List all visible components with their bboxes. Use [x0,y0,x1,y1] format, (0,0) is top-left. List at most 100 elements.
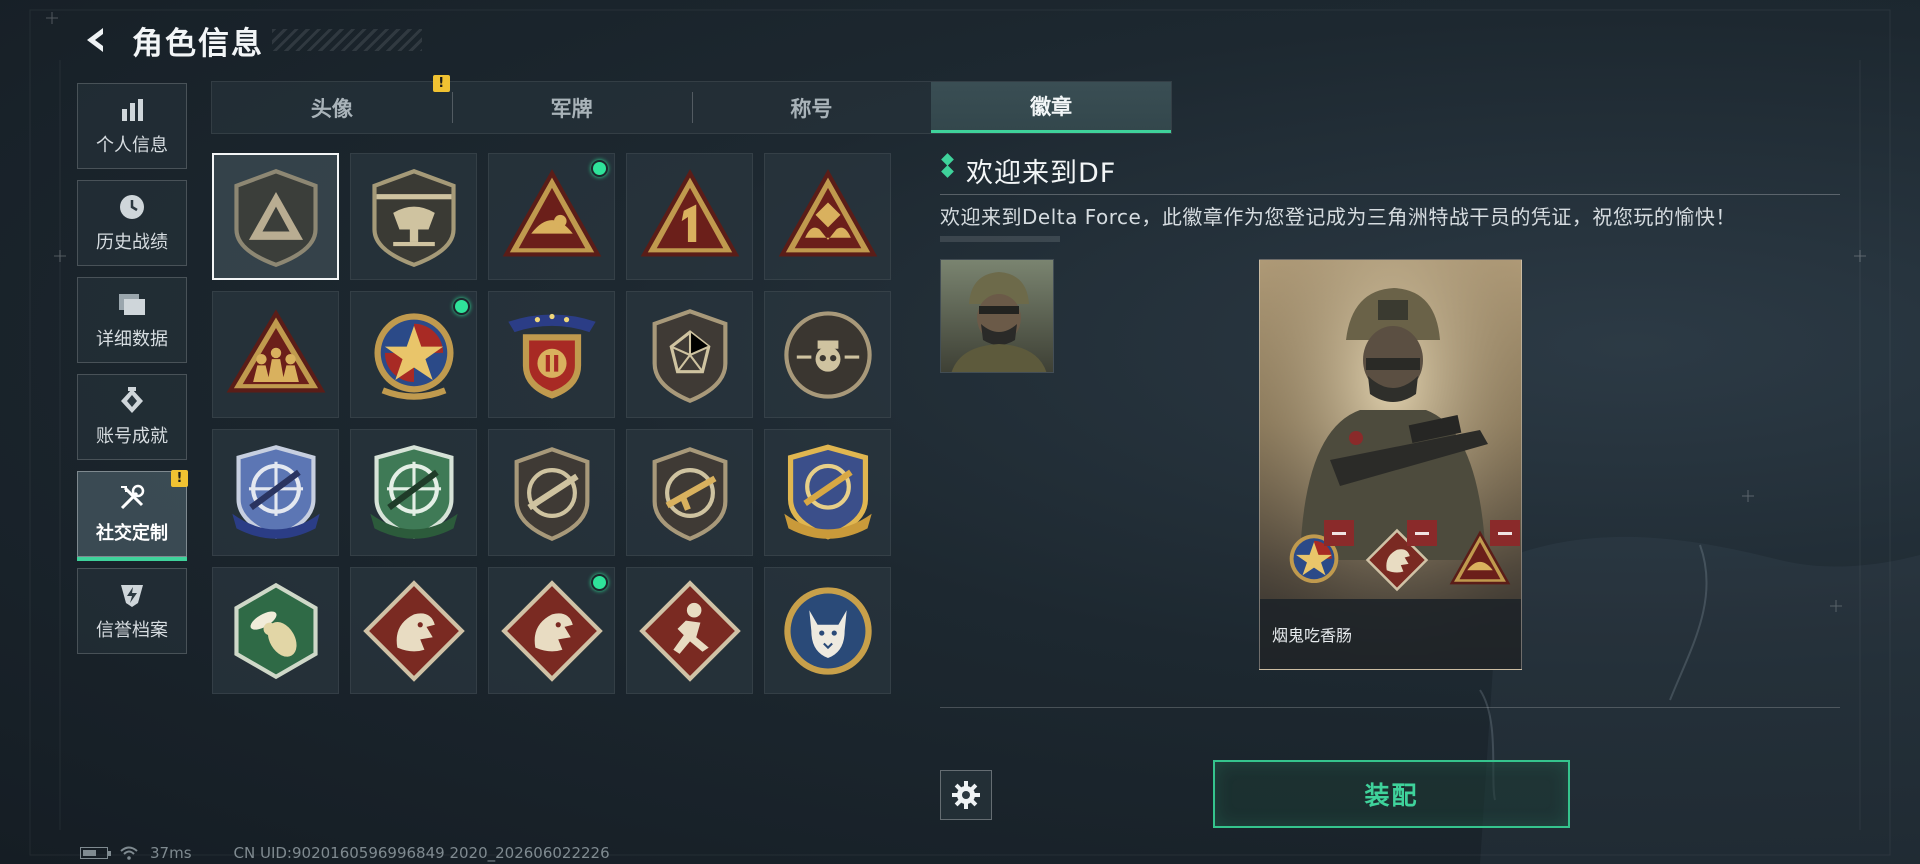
badge-cell[interactable] [212,567,339,694]
badge-grid [212,153,891,694]
equip-button-label: 装配 [1364,781,1419,810]
rifle-badge-icon [652,446,727,541]
sidebar-item-history[interactable]: 历史战绩 [77,180,187,266]
new-indicator-dot [591,160,608,177]
player-name: 烟鬼吃香肠 [1272,626,1353,645]
badge-cell[interactable] [626,153,753,280]
tab-bar: 头像 ! 军牌 称号 徽章 [211,75,1172,134]
decorative-bar [940,236,1060,242]
new-indicator-dot [591,574,608,591]
badge-cell[interactable] [488,567,615,694]
equip-button[interactable]: 装配 [1213,760,1570,828]
detail-title-row: 欢迎来到DF [940,150,1840,190]
sidebar: 个人信息 历史战绩 详细数据 账号成就 社交定制 ! 信誉档案 [77,83,188,654]
title-decoration [272,29,422,51]
badge-cell[interactable] [350,567,477,694]
badge-cell[interactable] [764,567,891,694]
warning-badge: ! [171,470,188,487]
remove-badge-button[interactable] [1324,520,1354,546]
equipped-badge-slots [1282,520,1520,600]
tab-dogtag[interactable]: 军牌 [451,82,692,133]
sidebar-item-credit-record[interactable]: 信誉档案 [77,568,187,654]
badge-cell[interactable] [488,153,615,280]
sidebar-item-label: 信誉档案 [96,620,168,641]
dragon-diamond-badge-icon [362,579,465,682]
equipped-slot[interactable] [1365,520,1437,592]
tab-label: 军牌 [550,96,593,121]
badge-cell[interactable] [350,429,477,556]
page-title: 角色信息 [132,25,264,62]
sidebar-item-achievements[interactable]: 账号成就 [77,374,187,460]
badge-cell[interactable] [488,429,615,556]
back-button[interactable] [78,22,114,58]
badge-title: 欢迎来到DF [966,157,1117,189]
remove-badge-button[interactable] [1407,520,1437,546]
sidebar-item-detail-data[interactable]: 详细数据 [77,277,187,363]
wifi-icon [120,846,138,860]
header: 角色信息 [78,18,422,62]
shotgun-badge-icon [514,446,589,541]
badge-cell[interactable] [626,291,753,418]
badge-cell[interactable] [626,567,753,694]
wasp-hex-badge-icon [233,582,318,679]
green-sniper-badge-icon [369,444,458,539]
badge-cell[interactable] [488,291,615,418]
sidebar-item-personal-info[interactable]: 个人信息 [77,83,187,169]
delta-triangle-badge-icon [233,168,318,267]
badge-cell[interactable] [350,153,477,280]
card-footer: 烟鬼吃香肠 [1260,599,1521,669]
badge-cell[interactable] [212,291,339,418]
divider [940,707,1840,708]
lynx-round-badge-icon [783,586,872,675]
clock-icon [117,192,147,222]
status-bar: 37ms CN UID:9020160596996849 2020_202606… [80,844,610,862]
settings-button[interactable] [940,770,992,820]
sidebar-item-label: 历史战绩 [96,232,168,253]
ping-text: 37ms [150,844,192,862]
runner-diamond-badge-icon [638,579,741,682]
battery-icon [80,847,111,859]
uid-text: CN UID:9020160596996849 2020_20260602222… [233,844,610,862]
sidebar-item-label: 账号成就 [96,426,168,447]
gear-icon [952,781,980,809]
tab-label: 徽章 [1030,95,1073,119]
badge-cell[interactable] [764,153,891,280]
remove-badge-button[interactable] [1490,520,1520,546]
badge-cell[interactable] [350,291,477,418]
hands-triangle-badge-icon [778,168,877,257]
equipped-slot[interactable] [1282,520,1354,592]
divider [940,194,1840,195]
soldier-portrait-icon [941,260,1053,372]
badge-cell[interactable] [626,429,753,556]
folder-icon [117,289,147,319]
player-avatar [940,259,1054,373]
sidebar-item-label: 个人信息 [96,135,168,156]
tab-badge[interactable]: 徽章 [931,82,1171,133]
badge-cell[interactable] [212,153,339,280]
tab-title[interactable]: 称号 [691,82,932,133]
equipped-slot[interactable] [1448,520,1520,592]
character-card: 烟鬼吃香肠 [1259,259,1522,670]
badge-description: 欢迎来到Delta Force，此徽章作为您登记成为三角洲特战干员的凭证，祝您玩… [940,205,1736,229]
badge-cell[interactable] [764,291,891,418]
dragon-diamond-badge-2-icon [500,579,603,682]
squad-triangle-badge-icon [226,308,325,392]
blue-sniper-badge-icon [231,444,320,539]
skull-round-badge-icon [783,310,872,399]
tab-label: 称号 [790,96,833,121]
badge-cell[interactable] [764,429,891,556]
tab-avatar[interactable]: 头像 ! [212,75,452,133]
tab-label: 头像 [310,96,353,121]
gold-sniper-badge-icon [783,444,872,539]
bar-chart-icon [117,95,147,125]
sidebar-item-social-custom[interactable]: 社交定制 ! [77,470,188,561]
sidebar-item-label: 详细数据 [96,329,168,350]
credit-icon [117,580,147,610]
helicopter-badge-icon [371,168,456,267]
back-arrow-icon [87,28,103,52]
badge-cell[interactable] [212,429,339,556]
geometric-shield-badge-icon [652,308,727,403]
diamond-marker-icon [940,153,954,185]
ribbon-shield-badge-icon [507,313,596,399]
achievement-icon [117,386,147,416]
